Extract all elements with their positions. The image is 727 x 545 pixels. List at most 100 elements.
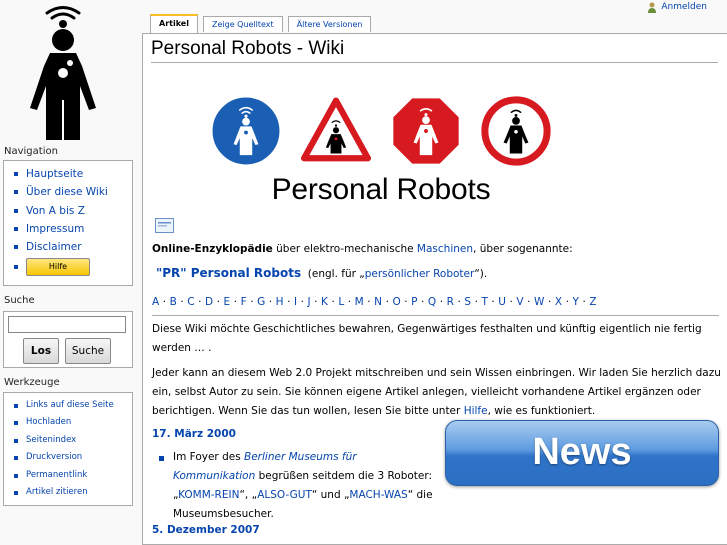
alpha-link-w[interactable]: W [534, 296, 544, 308]
alpha-separator: · [562, 296, 573, 308]
banner[interactable]: Personal Robots [211, 86, 551, 212]
alpha-separator: · [246, 296, 258, 308]
alpha-separator: · [213, 296, 224, 308]
alpha-separator: · [328, 296, 339, 308]
news-item: Im Foyer des Berliner Museums für Kommun… [155, 448, 435, 524]
paragraph-1: Diese Wiki möchte Geschichtliches bewahr… [152, 323, 702, 354]
intro-text2: , über sogenannte: [473, 243, 573, 255]
alpha-link-d[interactable]: D [205, 296, 213, 308]
alpha-separator: · [297, 296, 308, 308]
alpha-separator: · [310, 296, 322, 308]
alpha-separator: · [471, 296, 482, 308]
sidebar-item-impressum[interactable]: Impressum [12, 220, 132, 238]
link-mach-was[interactable]: MACH-WAS [349, 489, 407, 501]
paragraph-2-b: , wie es funktioniert. [487, 405, 596, 417]
navigation-title: Navigation [4, 146, 58, 157]
news-t1: Im Foyer des [173, 451, 245, 463]
alpha-link-b[interactable]: B [170, 296, 177, 308]
news-button[interactable]: News [445, 420, 719, 486]
alpha-separator: · [454, 296, 465, 308]
sidebar-item-von-a-bis-z[interactable]: Von A bis Z [12, 202, 132, 220]
pr-text2: “). [474, 268, 488, 280]
robot-stop-sign [391, 96, 461, 166]
alpha-separator: · [382, 296, 393, 308]
user-login-link[interactable]: Anmelden [647, 0, 707, 14]
alpha-link-r[interactable]: R [447, 296, 454, 308]
tool-permalink[interactable]: Permanentlink [12, 467, 132, 484]
alpha-separator: · [579, 296, 590, 308]
tab-quelltext[interactable]: Zeige Quelltext [202, 16, 283, 32]
intro-bold: Online-Enzyklopädie [152, 243, 273, 255]
alpha-separator: · [400, 296, 412, 308]
sidebar-item-disclaimer[interactable]: Disclaimer [12, 238, 132, 256]
alpha-separator: · [506, 296, 517, 308]
link-also-gut[interactable]: ALSO-GUT [257, 489, 312, 501]
search-go-button[interactable]: Los [23, 338, 59, 364]
robot-warning-sign [301, 97, 371, 162]
alpha-separator: · [344, 296, 355, 308]
search-full-button[interactable]: Suche [65, 338, 111, 364]
intro-line: Online-Enzyklopädie über elektro-mechani… [152, 240, 722, 259]
tools-title: Werkzeuge [4, 377, 60, 388]
intro-text1: über elektro-mechanische [272, 243, 417, 255]
alpha-link-c[interactable]: C [187, 296, 194, 308]
link-persoenlicher-roboter[interactable]: persönlicher Roboter [365, 268, 475, 280]
content-area: Personal Robots - Wiki Personal Robots O… [142, 33, 727, 545]
alpha-link-z[interactable]: Z [589, 296, 596, 308]
search-input[interactable] [8, 316, 126, 333]
news-date-2: 5. Dezember 2007 [152, 524, 260, 536]
alpha-separator: · [436, 296, 447, 308]
alphabet-index: A · B · C · D · E · F · G · H · I · J · … [152, 293, 719, 316]
alpha-link-v[interactable]: V [516, 296, 523, 308]
search-box: Los Suche [3, 311, 133, 368]
alpha-link-u[interactable]: U [498, 296, 506, 308]
pr-title: "PR" Personal Robots [156, 266, 302, 280]
alpha-separator: · [230, 296, 241, 308]
page-title: Personal Robots - Wiki [151, 38, 718, 63]
tool-print[interactable]: Druckversion [12, 449, 132, 466]
robot-prohibition-sign [481, 96, 551, 166]
tool-links[interactable]: Links auf diese Seite [12, 397, 132, 414]
alpha-separator: · [487, 296, 499, 308]
search-title: Suche [4, 295, 35, 306]
sidebar-item-hilfe: Hilfe [12, 258, 132, 277]
link-hilfe[interactable]: Hilfe [464, 405, 488, 417]
navigation-box: Hauptseite Über diese Wiki Von A bis Z I… [3, 160, 133, 286]
login-label: Anmelden [661, 2, 707, 12]
sidebar-item-ueber[interactable]: Über diese Wiki [12, 183, 132, 201]
pr-line: "PR" Personal Robots (engl. für „persönl… [152, 264, 722, 284]
robot-logo[interactable] [0, 0, 140, 140]
tab-artikel[interactable]: Artikel [150, 14, 198, 33]
user-icon [648, 2, 657, 13]
search-go-label: Los [30, 345, 52, 357]
bullet-icon [159, 456, 164, 461]
tool-index[interactable]: Seitenindex [12, 432, 132, 449]
banner-title: Personal Robots [271, 173, 491, 206]
alpha-separator: · [523, 296, 535, 308]
hilfe-button[interactable]: Hilfe [26, 258, 90, 277]
alpha-separator: · [194, 296, 206, 308]
alpha-link-h[interactable]: H [276, 296, 284, 308]
alpha-separator: · [417, 296, 428, 308]
tab-versionen[interactable]: Ältere Versionen [287, 16, 372, 32]
robot-blue-sign [211, 96, 281, 166]
alpha-separator: · [265, 296, 276, 308]
alpha-separator: · [159, 296, 170, 308]
alpha-link-k[interactable]: K [321, 296, 328, 308]
news-t3: “, „ [239, 489, 258, 501]
sidebar-item-hauptseite[interactable]: Hauptseite [12, 165, 132, 183]
page-tabs: Artikel Zeige Quelltext Ältere Versionen [150, 14, 372, 33]
link-maschinen[interactable]: Maschinen [417, 243, 473, 255]
alpha-separator: · [363, 296, 375, 308]
alpha-link-m[interactable]: M [355, 296, 364, 308]
news-t4: “ und „ [311, 489, 350, 501]
image-icon[interactable] [155, 218, 174, 233]
alpha-separator: · [544, 296, 555, 308]
tool-upload[interactable]: Hochladen [12, 414, 132, 431]
alpha-link-o[interactable]: O [392, 296, 400, 308]
paragraph-2: Jeder kann an diesem Web 2.0 Projekt mit… [152, 364, 722, 421]
alpha-link-n[interactable]: N [374, 296, 382, 308]
link-komm-rein[interactable]: KOMM-REIN [178, 489, 239, 501]
tool-cite[interactable]: Artikel zitieren [12, 484, 132, 501]
pr-text1: (engl. für „ [307, 268, 365, 280]
